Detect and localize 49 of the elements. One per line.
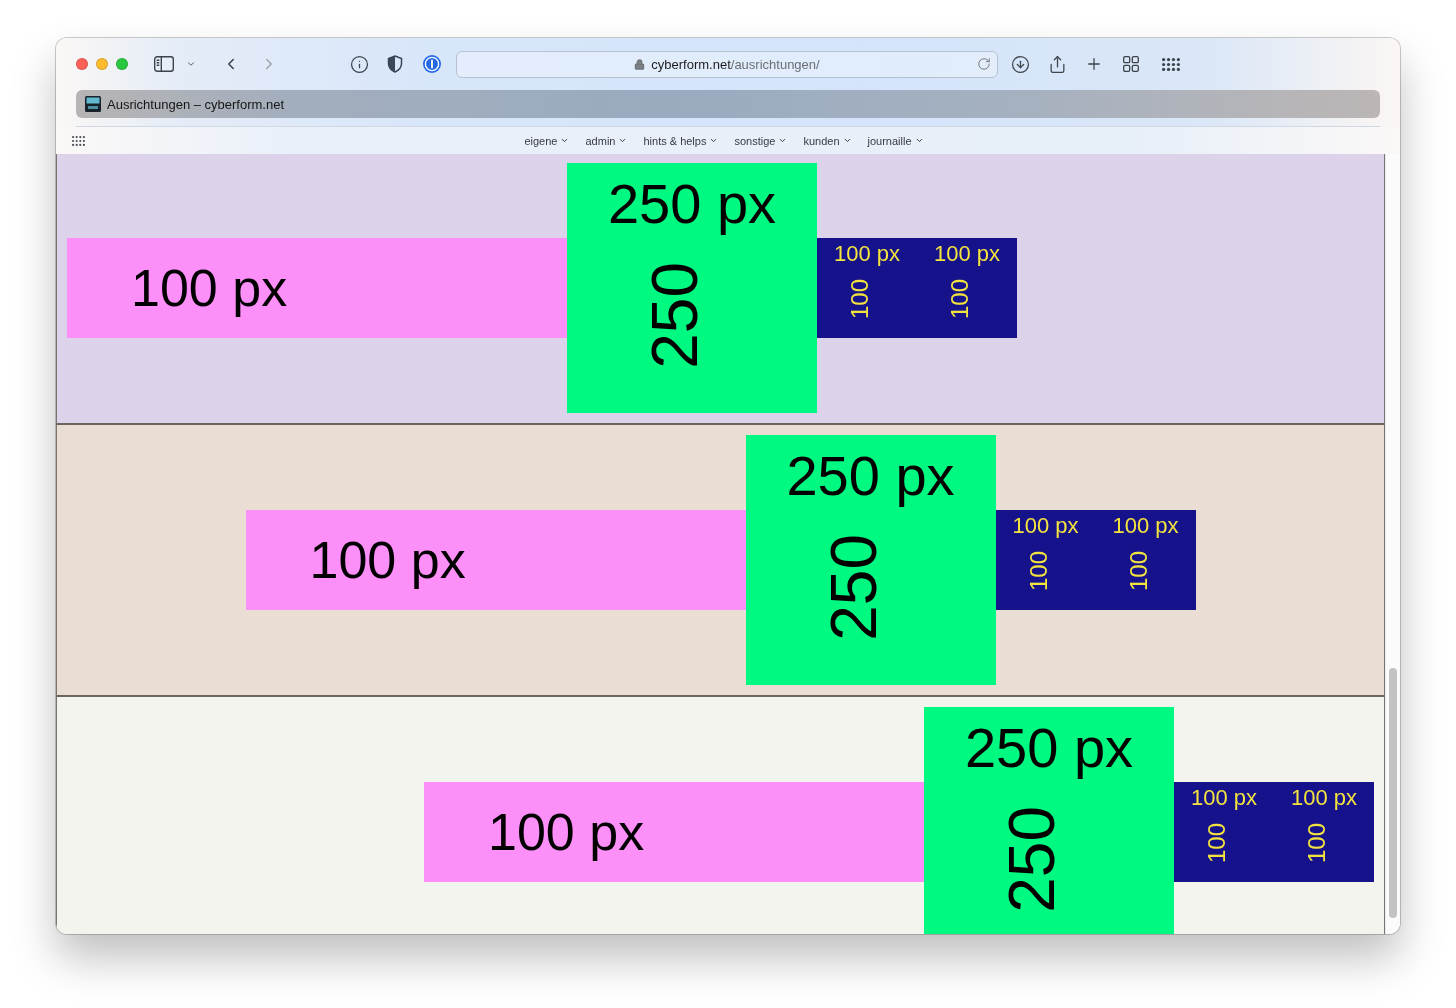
grid-icon[interactable] bbox=[72, 135, 85, 146]
size-label: 100 px bbox=[933, 243, 1001, 265]
vertical-label: 100 bbox=[1305, 823, 1329, 864]
vertical-label: 100 bbox=[1205, 823, 1229, 864]
size-label: 100 px bbox=[833, 243, 901, 265]
bookmark-menu[interactable]: hints & helps bbox=[643, 134, 719, 147]
site-logo-icon bbox=[85, 96, 101, 112]
vertical-label: 100 bbox=[1026, 551, 1051, 592]
bookmark-menu[interactable]: kunden bbox=[803, 134, 852, 147]
vertical-label: 250 bbox=[821, 534, 886, 641]
address-field[interactable]: cyberform.net/ausrichtungen/ bbox=[456, 50, 998, 78]
vertical-label: 100 bbox=[848, 279, 872, 320]
bookmark-menu[interactable]: eigene bbox=[524, 134, 570, 147]
download-icon[interactable] bbox=[1011, 54, 1030, 74]
chevron-down-icon bbox=[778, 136, 788, 145]
grid-icon[interactable] bbox=[1162, 57, 1180, 71]
keyhole-icon[interactable] bbox=[423, 55, 441, 73]
info-icon[interactable] bbox=[350, 54, 369, 74]
size-label: 100 px bbox=[1012, 515, 1079, 537]
new-tab-icon[interactable] bbox=[1085, 55, 1103, 73]
browser-tab[interactable]: Ausrichtungen – cyberform.net bbox=[76, 90, 1380, 118]
scrollbar[interactable] bbox=[1385, 154, 1400, 934]
sidebar-icon[interactable] bbox=[154, 56, 174, 72]
lock-icon bbox=[634, 58, 646, 70]
chevron-down-icon bbox=[842, 136, 852, 145]
shield-icon[interactable] bbox=[387, 55, 403, 73]
bookmark-menu[interactable]: admin bbox=[585, 134, 628, 147]
maximize-icon[interactable] bbox=[116, 58, 128, 70]
chevron-down-icon[interactable] bbox=[186, 59, 196, 69]
size-label: 100 px bbox=[1190, 787, 1258, 809]
tab-overview-icon[interactable] bbox=[1123, 56, 1139, 72]
chevron-down-icon bbox=[618, 136, 628, 145]
bookmark-menu[interactable]: journaille bbox=[867, 134, 924, 147]
scrollbar-thumb[interactable] bbox=[1389, 668, 1397, 918]
vertical-label: 250 bbox=[1000, 806, 1064, 913]
vertical-label: 250 bbox=[643, 262, 707, 369]
size-label: 100 px bbox=[1112, 515, 1179, 537]
share-icon[interactable] bbox=[1048, 54, 1067, 74]
vertical-label: 100 bbox=[948, 279, 972, 320]
chevron-down-icon bbox=[560, 136, 570, 145]
chevron-down-icon bbox=[914, 136, 924, 145]
chevron-down-icon bbox=[709, 136, 719, 145]
size-label: 100 px bbox=[1290, 787, 1358, 809]
bookmark-menu[interactable]: sonstige bbox=[734, 134, 788, 147]
reload-icon[interactable] bbox=[977, 57, 991, 71]
url-text: cyberform.net/ausrichtungen/ bbox=[651, 56, 820, 72]
close-icon[interactable] bbox=[76, 58, 88, 70]
tab-title: Ausrichtungen – cyberform.net bbox=[107, 96, 285, 112]
vertical-label: 100 bbox=[1126, 551, 1151, 592]
